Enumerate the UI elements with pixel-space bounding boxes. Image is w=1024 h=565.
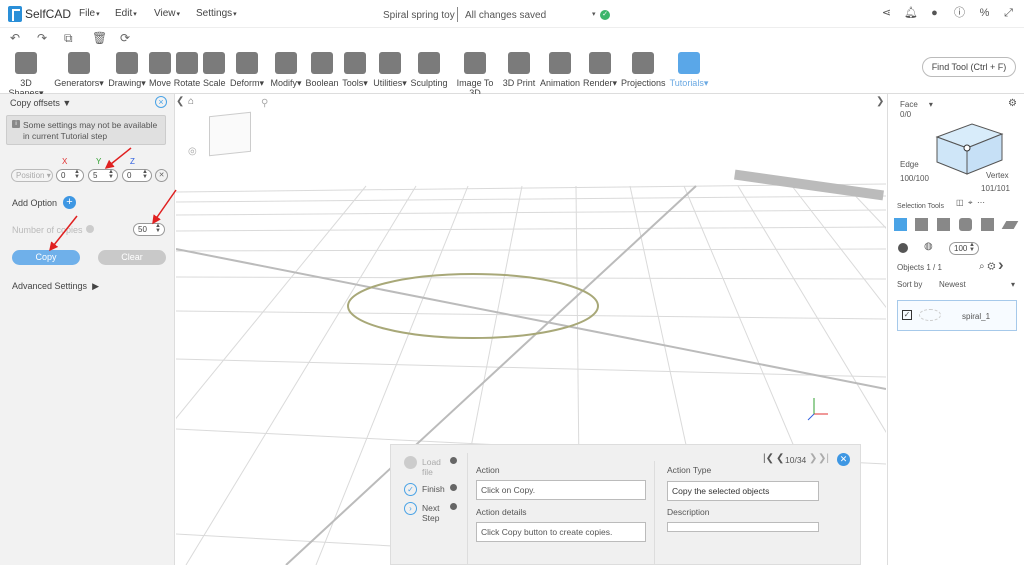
brush-soft-icon[interactable]: ◍ <box>924 241 933 252</box>
tutorial-pager: 10/34 <box>785 455 807 465</box>
face-label[interactable]: Face ▾ <box>900 100 933 109</box>
action-details-label: Action details <box>476 507 527 517</box>
sort-by-label: Sort by <box>897 280 923 289</box>
face-count: 0/0 <box>900 110 912 119</box>
select-solid-icon[interactable] <box>981 218 994 231</box>
vertex-label[interactable]: Vertex <box>986 171 1009 180</box>
next-step-icon: › <box>404 502 417 515</box>
search-icon[interactable]: ⌕ ⚙ ❯ <box>979 261 1003 272</box>
action-field: Click on Copy. <box>476 480 646 500</box>
brush-size-input[interactable]: 100 ▲ ▼ <box>949 242 979 255</box>
divider <box>467 453 468 565</box>
settings-gear-icon[interactable]: ⚙ <box>1008 98 1017 109</box>
description-field <box>667 522 819 532</box>
vertex-count: 101/101 <box>981 184 1010 193</box>
close-tutorial-icon[interactable]: ✕ <box>837 453 850 466</box>
select-plane-icon[interactable] <box>1001 221 1019 229</box>
select-edge-icon[interactable] <box>937 218 950 231</box>
select-tool-icons-row: ◫ ⌖ ⋯ <box>956 198 985 207</box>
object-thumbnail <box>919 309 941 321</box>
prev-page-icon[interactable]: ❮ <box>776 454 784 464</box>
action-type-label: Action Type <box>667 465 712 475</box>
divider <box>654 461 655 565</box>
step-next[interactable]: Next Step <box>422 503 446 523</box>
object-checkbox[interactable]: ✓ <box>902 310 912 320</box>
object-name: spiral_1 <box>962 312 991 321</box>
next-page-icon[interactable]: ❯ <box>809 454 817 464</box>
info-icon <box>450 503 457 510</box>
first-page-icon[interactable]: |❮ <box>763 454 774 464</box>
sort-dropdown[interactable]: Newest ▾ <box>939 280 1017 289</box>
select-object-icon[interactable] <box>894 218 907 231</box>
edge-count: 100/100 <box>900 174 929 183</box>
objects-count-label: Objects 1 / 1 <box>897 263 942 272</box>
finish-check-icon: ✓ <box>404 483 417 496</box>
tutorial-panel: Load file ✓ Finish › Next Step Action Cl… <box>390 444 861 565</box>
action-label: Action <box>476 465 500 475</box>
brush-circle-icon[interactable] <box>898 243 908 253</box>
last-page-icon[interactable]: ❯| <box>818 454 829 464</box>
action-details-field: Click Copy button to create copies. <box>476 522 646 542</box>
info-icon <box>450 484 457 491</box>
selection-tools-label: Selection Tools <box>897 203 944 210</box>
load-file-step-icon <box>404 456 417 469</box>
object-list-item[interactable]: ✓ spiral_1 <box>897 300 1017 331</box>
description-label: Description <box>667 507 710 517</box>
info-icon <box>450 457 457 464</box>
select-vertex-icon[interactable] <box>959 218 972 231</box>
step-finish[interactable]: Finish <box>422 484 445 494</box>
edge-label[interactable]: Edge <box>900 160 919 169</box>
selection-cube-diagram <box>935 123 1004 175</box>
selection-panel: Face ▾ 0/0 ⚙ Edge 100/100 Vertex 101/101… <box>887 94 1024 565</box>
select-face-icon[interactable] <box>915 218 928 231</box>
action-type-field: Copy the selected objects <box>667 481 819 501</box>
step-load-file[interactable]: Load file <box>422 457 446 477</box>
